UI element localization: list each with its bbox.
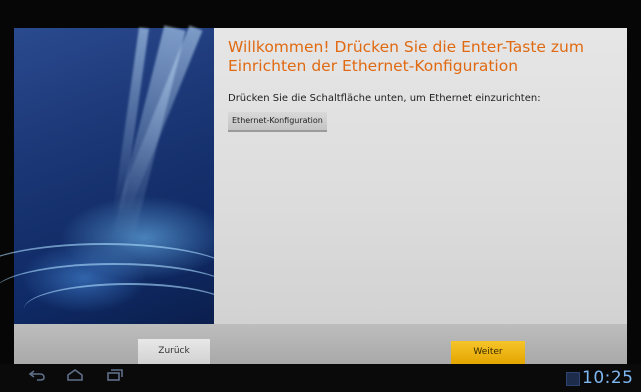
home-icon — [67, 369, 83, 381]
home-icon[interactable] — [64, 368, 86, 386]
notification-icon[interactable] — [566, 372, 580, 386]
ethernet-config-button[interactable]: Ethernet-Konfiguration — [228, 112, 327, 132]
clock[interactable]: 10:25 — [582, 367, 634, 389]
recent-apps-icon[interactable] — [104, 368, 126, 386]
next-button[interactable]: Weiter — [451, 341, 525, 364]
back-icon[interactable] — [26, 368, 48, 386]
system-navigation-bar: 10:25 — [0, 364, 641, 392]
welcome-instruction: Drücken Sie die Schaltfläche unten, um E… — [228, 93, 541, 104]
recent-apps-icon — [107, 369, 123, 381]
welcome-panel: Willkommen! Drücken Sie die Enter-Taste … — [214, 28, 627, 324]
back-button[interactable]: Zurück — [138, 339, 210, 364]
welcome-title: Willkommen! Drücken Sie die Enter-Taste … — [228, 38, 584, 75]
decorative-wallpaper-panel — [0, 25, 234, 324]
setup-screen: Willkommen! Drücken Sie die Enter-Taste … — [0, 0, 641, 392]
back-icon — [28, 370, 45, 381]
wizard-button-bar: Zurück Weiter — [14, 324, 627, 364]
